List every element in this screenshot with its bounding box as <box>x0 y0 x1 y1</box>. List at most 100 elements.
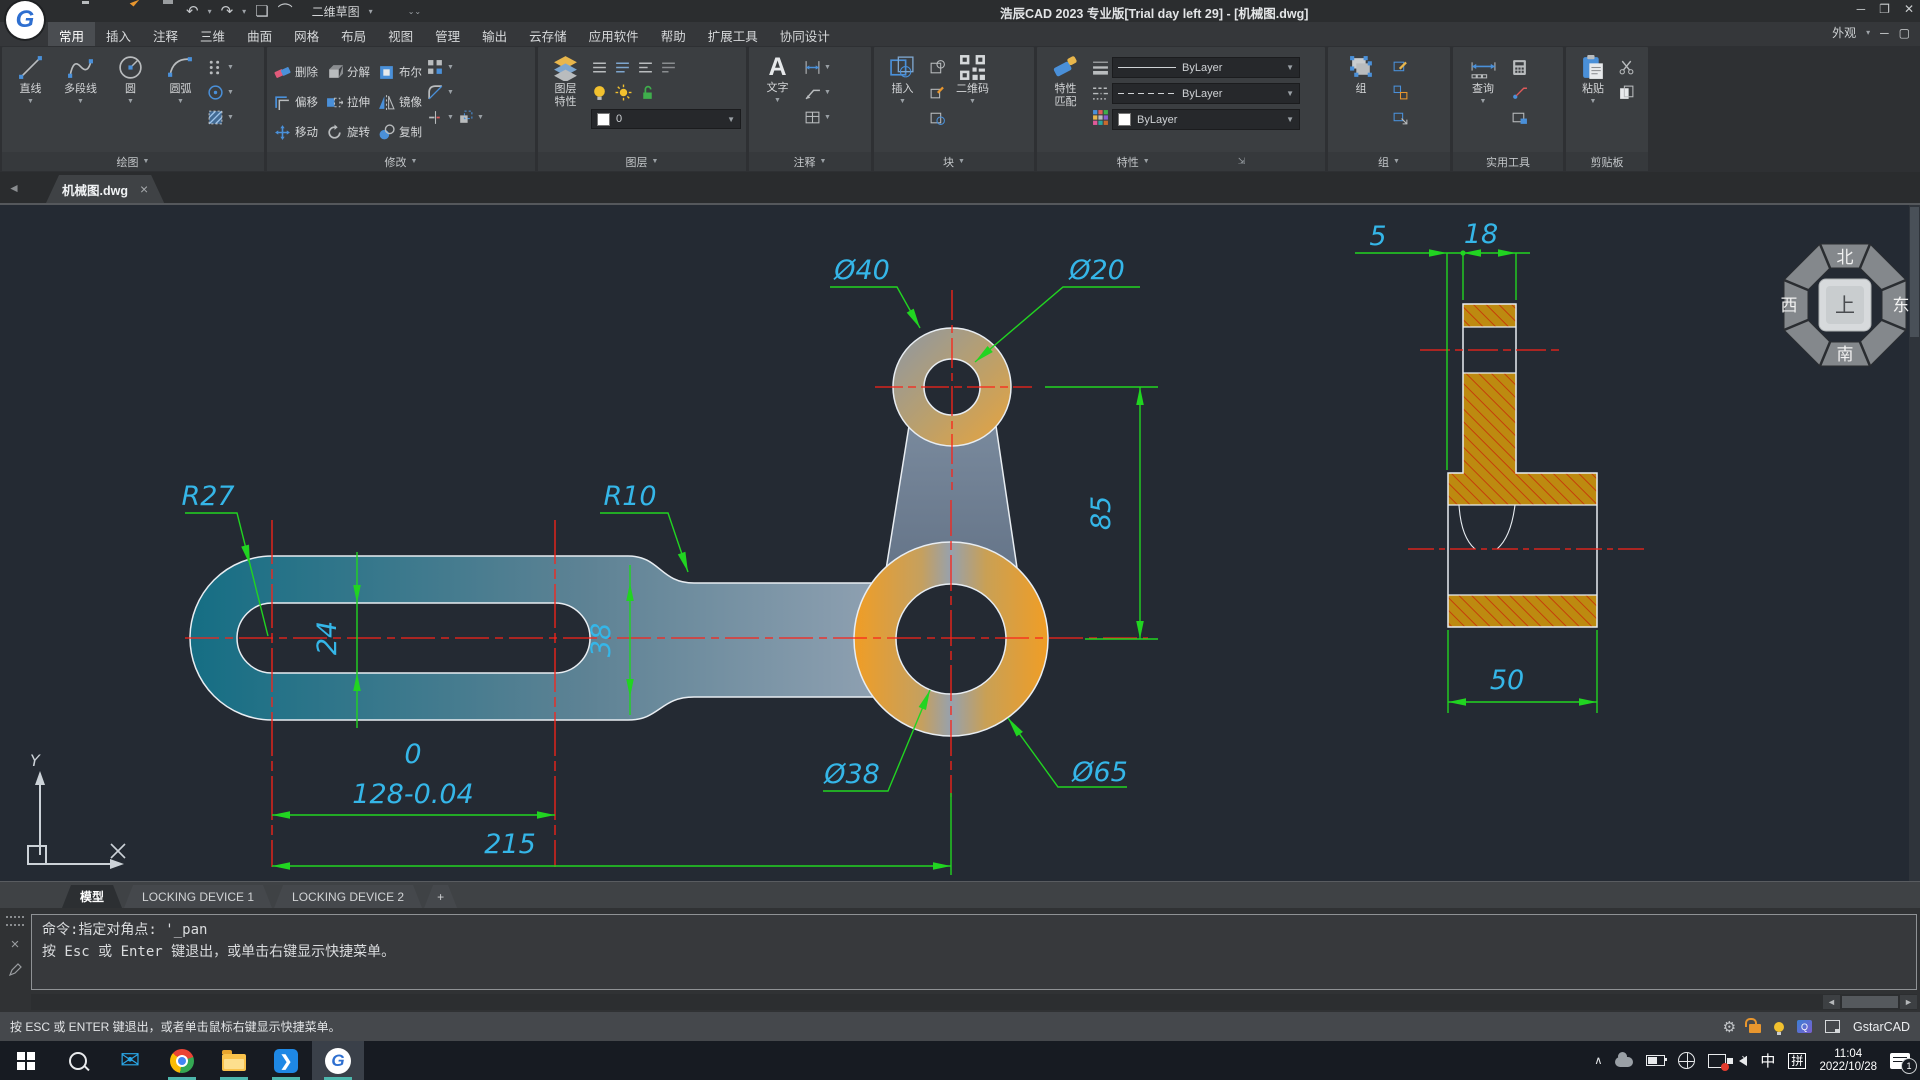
tab-home[interactable]: 常用 <box>48 22 96 46</box>
taskbar-chrome-button[interactable] <box>156 1041 208 1080</box>
save-icon[interactable] <box>108 4 125 19</box>
copy-button[interactable]: 复制 <box>376 117 424 147</box>
move-button[interactable]: 移动 <box>272 117 320 147</box>
qat-overflow-icon[interactable]: ⌄⌄ <box>408 7 421 16</box>
tab-surface[interactable]: 曲面 <box>236 22 283 46</box>
maximize-button[interactable]: ❐ <box>1879 2 1890 16</box>
quick-calc-button[interactable] <box>1511 59 1528 76</box>
layout-tab-device1[interactable]: LOCKING DEVICE 1 <box>124 885 272 908</box>
network-globe-icon[interactable] <box>1678 1052 1696 1069</box>
layout-tab-model[interactable]: 模型 <box>62 885 122 908</box>
cut-button[interactable] <box>1618 59 1635 76</box>
open-file-icon[interactable] <box>82 4 99 19</box>
fullscreen-icon[interactable] <box>1825 1020 1841 1033</box>
undo-dropdown-icon[interactable]: ▾ <box>208 7 212 16</box>
layout-tab-device2[interactable]: LOCKING DEVICE 2 <box>274 885 422 908</box>
hardware-bulb-icon[interactable] <box>1774 1021 1785 1035</box>
doc-tab-back-icon[interactable]: ◄ <box>8 181 20 195</box>
taskbar-search-button[interactable] <box>52 1041 104 1080</box>
compass-north[interactable]: 北 <box>1837 248 1854 268</box>
front-view-part[interactable] <box>189 327 1049 737</box>
taskbar-dingtalk-button[interactable]: ❯ <box>260 1041 312 1080</box>
drawing-vertical-scrollbar[interactable] <box>1909 205 1920 881</box>
document-tab[interactable]: 机械图.dwg × <box>46 175 164 203</box>
minimize-button[interactable]: ─ <box>1857 2 1866 16</box>
start-button[interactable] <box>0 1041 52 1080</box>
tab-collaboration[interactable]: 协同设计 <box>769 22 841 46</box>
linetype-dropdown[interactable]: ByLayer ▼ <box>1112 83 1300 104</box>
ungroup-button[interactable] <box>1392 84 1409 101</box>
paste-button[interactable]: 粘贴 ▼ <box>1571 49 1615 152</box>
mirror-button[interactable]: 镜像 <box>376 87 424 117</box>
lineweight-dropdown[interactable]: ByLayer ▼ <box>1112 57 1300 78</box>
leader-button[interactable]: ▼ <box>804 84 831 101</box>
panel-label-properties[interactable]: 特性 ▼ ⇲ <box>1037 152 1325 171</box>
panel-label-annotation[interactable]: 注释 ▼ <box>749 152 871 171</box>
ribbon-minimize-icon[interactable]: ─ <box>1880 26 1889 40</box>
redo-icon[interactable]: ↷ <box>221 4 234 19</box>
area-button[interactable] <box>1511 109 1528 126</box>
compass-south[interactable]: 南 <box>1837 345 1854 365</box>
redo-dropdown-icon[interactable]: ▾ <box>242 7 246 16</box>
layer-sun-icon[interactable] <box>615 84 632 101</box>
tab-mesh[interactable]: 网格 <box>283 22 330 46</box>
tab-insert[interactable]: 插入 <box>95 22 142 46</box>
tray-expand-icon[interactable]: ∧ <box>1594 1054 1602 1067</box>
rotate-button[interactable]: 旋转 <box>324 117 372 147</box>
volume-muted-icon[interactable] <box>1727 1053 1748 1066</box>
battery-icon[interactable] <box>1646 1055 1668 1066</box>
side-view-part[interactable] <box>1447 303 1598 628</box>
panel-label-modify[interactable]: 修改 ▼ <box>267 152 535 171</box>
dimension-button[interactable]: ▼ <box>804 59 831 76</box>
onedrive-icon[interactable] <box>1615 1052 1634 1067</box>
copy-clip-button[interactable] <box>1618 84 1635 101</box>
save-as-icon[interactable] <box>134 4 151 19</box>
compass-west[interactable]: 西 <box>1781 296 1798 316</box>
circle-button[interactable]: 圆 ▼ <box>107 49 154 152</box>
close-button[interactable]: ✕ <box>1904 2 1914 16</box>
layer-properties-button[interactable]: 图层 特性 <box>543 49 588 152</box>
headset-support-icon[interactable]: ⌒ <box>278 4 293 19</box>
tab-output[interactable]: 输出 <box>471 22 518 46</box>
layer-freeze-icon[interactable] <box>614 59 631 76</box>
group-edit-button[interactable] <box>1392 59 1409 76</box>
tab-view[interactable]: 视图 <box>377 22 424 46</box>
layer-lock-list-icon[interactable] <box>637 59 654 76</box>
text-button[interactable]: A 文字 ▼ <box>754 49 801 152</box>
boolean-button[interactable]: 布尔 <box>376 57 424 87</box>
properties-expand-icon[interactable]: ⇲ <box>1238 156 1246 167</box>
layer-select-dropdown[interactable]: 0 ▼ <box>591 109 741 129</box>
fillet-button[interactable]: ▼ <box>427 84 484 101</box>
tab-annotate[interactable]: 注释 <box>142 22 189 46</box>
arc-button[interactable]: 圆弧 ▼ <box>157 49 204 152</box>
polyline-button[interactable]: 多段线 ▼ <box>57 49 104 152</box>
command-drag-grip[interactable] <box>6 916 24 926</box>
tab-express-tools[interactable]: 扩展工具 <box>697 22 769 46</box>
hatch-button[interactable]: ▼ <box>207 109 234 126</box>
command-window[interactable]: 命令:指定对角点: '_pan 按 Esc 或 Enter 键退出，或单击右键显… <box>31 914 1917 990</box>
tab-3d[interactable]: 三维 <box>189 22 236 46</box>
block-attribute-button[interactable] <box>929 109 946 126</box>
color-grid-icon[interactable] <box>1092 109 1109 126</box>
panel-label-group[interactable]: 组 ▼ <box>1328 152 1450 171</box>
panel-label-clipboard[interactable]: 剪贴板 <box>1566 152 1648 171</box>
explode-button[interactable]: 分解 <box>324 57 372 87</box>
edit-block-button[interactable] <box>929 84 946 101</box>
lineweight-list-icon[interactable] <box>1092 59 1109 76</box>
group-select-button[interactable] <box>1392 109 1409 126</box>
point-id-button[interactable] <box>1511 84 1528 101</box>
line-button[interactable]: 直线 ▼ <box>7 49 54 152</box>
panel-window-icon[interactable]: ▢ <box>1899 26 1910 40</box>
taskbar-mail-button[interactable]: ✉ <box>104 1041 156 1080</box>
compass-east[interactable]: 东 <box>1893 296 1910 316</box>
view-compass[interactable]: 北 南 西 东 上 <box>1781 243 1910 367</box>
revision-cloud-button[interactable]: ▼ <box>207 84 234 101</box>
document-tab-close-icon[interactable]: × <box>140 181 148 197</box>
print-icon[interactable] <box>160 4 177 19</box>
layer-on-bulb-icon[interactable] <box>591 84 608 101</box>
compass-center[interactable]: 上 <box>1835 293 1855 317</box>
layer-isolate-icon[interactable] <box>660 59 677 76</box>
trim-button[interactable]: ▼ ▼ <box>427 109 484 126</box>
qrcode-button[interactable]: 二维码 ▼ <box>949 49 996 152</box>
command-horizontal-scrollbar[interactable]: ◄ ► <box>31 994 1917 1010</box>
